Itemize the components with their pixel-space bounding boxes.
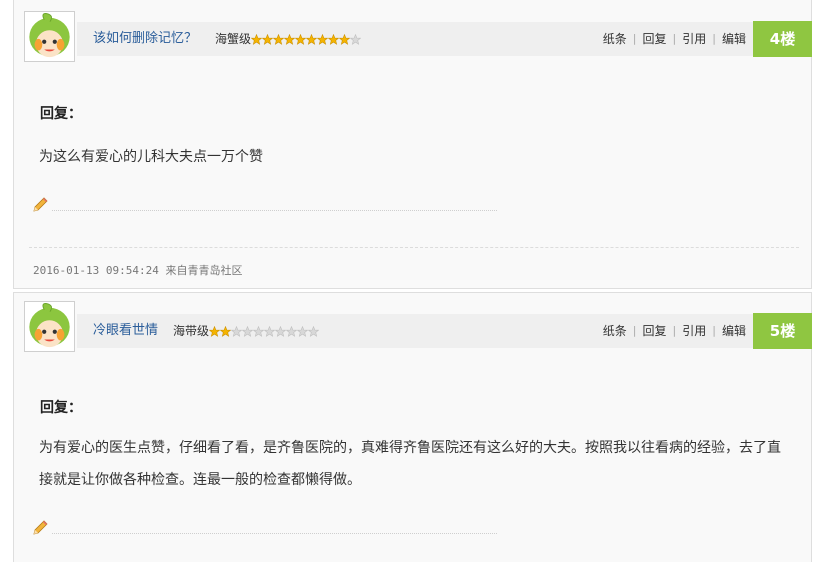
star-filled-icon — [339, 34, 350, 45]
star-empty-icon — [297, 326, 308, 337]
signature-divider — [52, 210, 497, 211]
star-filled-icon — [328, 34, 339, 45]
quote-button[interactable]: 引用 — [682, 314, 706, 348]
level-stars — [251, 34, 361, 45]
level-stars — [209, 326, 319, 337]
star-filled-icon — [317, 34, 328, 45]
star-filled-icon — [220, 326, 231, 337]
note-button[interactable]: 纸条 — [603, 22, 627, 56]
star-filled-icon — [295, 34, 306, 45]
pencil-icon — [33, 520, 48, 535]
meta-divider — [29, 247, 799, 248]
star-filled-icon — [209, 326, 220, 337]
edit-button[interactable]: 编辑 — [722, 314, 746, 348]
user-level: 海蟹级 — [215, 32, 252, 46]
edit-button[interactable]: 编辑 — [722, 22, 746, 56]
star-filled-icon — [306, 34, 317, 45]
post-timestamp: 2016-01-13 09:54:24 — [33, 264, 159, 277]
star-empty-icon — [242, 326, 253, 337]
post-content: 为这么有爱心的儿科大夫点一万个赞 — [39, 149, 263, 165]
star-empty-icon — [231, 326, 242, 337]
reply-button[interactable]: 回复 — [643, 314, 667, 348]
star-filled-icon — [251, 34, 262, 45]
star-filled-icon — [273, 34, 284, 45]
star-empty-icon — [264, 326, 275, 337]
post-card: 该如何删除记忆？ 海蟹级 纸条 | 回复 | 引用 | 编辑 4楼 回复： 为这么有爱… — [13, 0, 812, 289]
star-filled-icon — [284, 34, 295, 45]
post-card: 冷眼看世情 海带级 纸条 | 回复 | 引用 | 编辑 5楼 回复： 为有爱心的医生点… — [13, 292, 812, 562]
username-link[interactable]: 该如何删除记忆？ — [93, 22, 197, 56]
pencil-icon — [33, 197, 48, 212]
note-button[interactable]: 纸条 — [603, 314, 627, 348]
post-content: 为有爱心的医生点赞，仔细看了看，是齐鲁医院的，真难得齐鲁医院还有这么好的大夫。按… — [39, 440, 781, 488]
signature-divider — [52, 533, 497, 534]
floor-badge: 4楼 — [753, 21, 812, 57]
post-header: 冷眼看世情 海带级 纸条 | 回复 | 引用 | 编辑 — [77, 314, 753, 348]
post-header: 该如何删除记忆？ 海蟹级 纸条 | 回复 | 引用 | 编辑 — [77, 22, 753, 56]
star-filled-icon — [262, 34, 273, 45]
star-empty-icon — [253, 326, 264, 337]
post-meta: 2016-01-13 09:54:24 来自青青岛社区 — [33, 262, 242, 278]
quote-button[interactable]: 引用 — [682, 22, 706, 56]
post-actions: 纸条 | 回复 | 引用 | 编辑 — [603, 22, 746, 56]
star-empty-icon — [286, 326, 297, 337]
reply-label: 回复： — [40, 106, 82, 122]
post-source: 来自青青岛社区 — [165, 264, 243, 277]
star-empty-icon — [275, 326, 286, 337]
mascot-avatar-icon[interactable] — [24, 301, 75, 352]
mascot-avatar-icon[interactable] — [24, 11, 75, 62]
user-level: 海带级 — [173, 324, 210, 338]
star-empty-icon — [308, 326, 319, 337]
reply-label: 回复： — [40, 400, 82, 416]
reply-button[interactable]: 回复 — [643, 22, 667, 56]
floor-badge: 5楼 — [753, 313, 812, 349]
star-empty-icon — [350, 34, 361, 45]
post-actions: 纸条 | 回复 | 引用 | 编辑 — [603, 314, 746, 348]
username-link[interactable]: 冷眼看世情 — [93, 314, 158, 348]
